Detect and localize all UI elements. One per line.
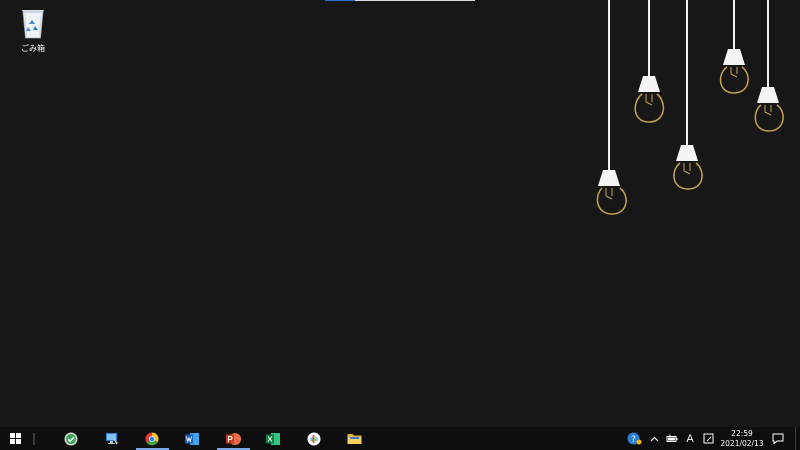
taskbar-app-powerpoint[interactable] <box>213 427 254 450</box>
taskbar-app-excel[interactable] <box>254 427 295 450</box>
light-bulb-5 <box>754 0 784 132</box>
system-tray: ? A 22:59 2021/02/13 <box>623 427 800 450</box>
tray-battery[interactable] <box>663 427 681 450</box>
file-explorer-icon <box>347 434 362 444</box>
taskbar-app-file-explorer[interactable] <box>335 427 376 450</box>
slack-icon <box>307 432 321 445</box>
wallpaper-light-bulbs <box>596 0 784 215</box>
recycle-bin-icon <box>22 10 44 39</box>
tray-clock[interactable]: 22:59 2021/02/13 <box>717 427 767 450</box>
pen-workspace-icon <box>703 433 713 444</box>
show-desktop-button[interactable] <box>795 427 800 450</box>
light-bulb-3 <box>673 0 703 190</box>
desktop-icon-label: ごみ箱 <box>21 44 45 53</box>
clock-time: 22:59 <box>731 428 753 438</box>
light-bulb-2 <box>634 0 665 123</box>
chrome-icon <box>145 432 159 446</box>
windows-start-icon <box>9 433 21 444</box>
svg-text:?: ? <box>631 435 636 445</box>
tray-onscreen-keyboard[interactable] <box>699 427 717 450</box>
word-icon <box>185 432 200 445</box>
light-bulb-4 <box>719 0 749 94</box>
desktop-icon-recycle-bin[interactable]: ごみ箱 <box>12 5 54 59</box>
taskbar-separator <box>33 432 35 445</box>
start-button[interactable] <box>0 427 30 450</box>
tray-ime-indicator[interactable]: A <box>681 427 699 450</box>
help-icon: ? <box>627 432 641 445</box>
top-edge-accent <box>325 0 355 1</box>
chevron-up-icon <box>650 436 658 441</box>
powerpoint-icon <box>225 432 241 445</box>
notification-icon <box>772 433 784 444</box>
remote-desktop-icon <box>105 432 118 444</box>
clock-date: 2021/02/13 <box>720 438 764 448</box>
taskbar-app-tasks[interactable] <box>51 427 92 450</box>
battery-icon <box>666 434 677 442</box>
tray-notifications[interactable] <box>767 427 789 450</box>
tray-help[interactable]: ? <box>623 427 645 450</box>
taskbar: ? A 22:59 2021/02/13 <box>0 427 800 450</box>
taskbar-app-chrome[interactable] <box>132 427 173 450</box>
desktop: ごみ箱 <box>0 0 800 427</box>
taskbar-app-slack[interactable] <box>294 427 335 450</box>
taskbar-app-remote-desktop[interactable] <box>92 427 133 450</box>
excel-icon <box>266 432 281 445</box>
light-bulb-1 <box>596 0 627 215</box>
green-check-icon <box>64 432 78 445</box>
tray-show-hidden-icons[interactable] <box>645 427 663 450</box>
taskbar-app-word[interactable] <box>173 427 214 450</box>
